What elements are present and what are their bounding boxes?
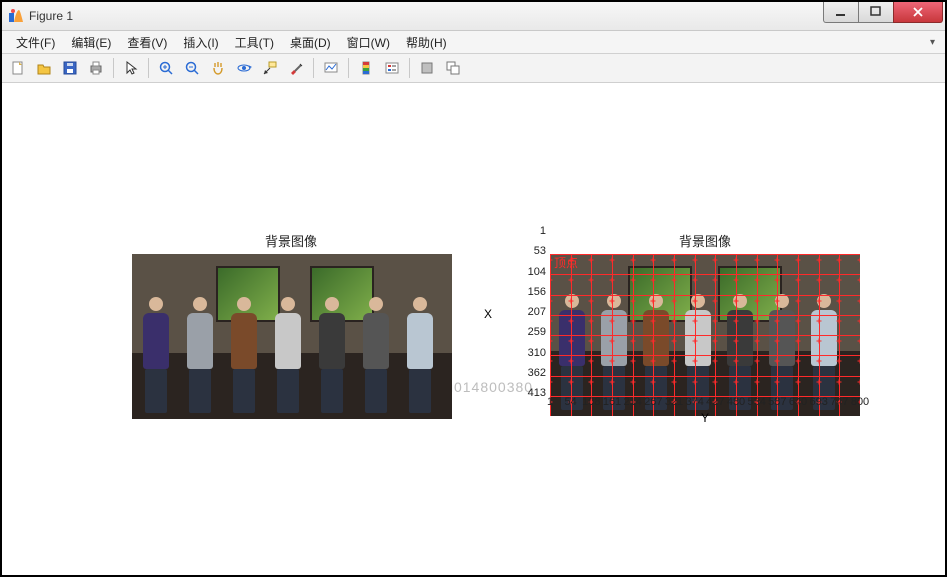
insert-colorbar-button[interactable] [354,56,378,80]
minimize-button[interactable] [823,2,859,23]
x-tick: 640 [789,396,807,408]
menu-file[interactable]: 文件(F) [8,32,63,53]
menu-insert[interactable]: 插入(I) [175,32,226,53]
window-buttons [824,2,943,22]
toolbar [2,54,945,83]
x-tick: 54 [565,396,577,408]
pan-button[interactable] [206,56,230,80]
brush-button[interactable] [284,56,308,80]
y-tick: 53 [534,245,546,257]
hide-plot-tools-button[interactable] [415,56,439,80]
toolbar-separator [348,58,349,78]
new-figure-button[interactable] [6,56,30,80]
y-tick: 1 [540,225,546,237]
x-tick: 161 [603,396,621,408]
print-button[interactable] [84,56,108,80]
pointer-button[interactable] [119,56,143,80]
x-tick: 800 [851,396,869,408]
x-tick: 693 [809,396,827,408]
window-title: Figure 1 [29,9,73,23]
open-button[interactable] [32,56,56,80]
menu-tools[interactable]: 工具(T) [227,32,282,53]
subplot-left-image [132,254,452,419]
link-plots-button[interactable] [319,56,343,80]
y-axis-label: X [484,307,492,321]
menu-overflow-icon[interactable]: ▾ [926,37,939,48]
subplot-left-title: 背景图像 [132,231,450,250]
x-tick: 108 [582,396,600,408]
x-tick: 214 [623,396,641,408]
matlab-figure-icon [8,8,24,24]
maximize-button[interactable] [858,2,894,23]
x-tick: 587 [768,396,786,408]
x-axis-label: Y [550,411,860,425]
subplot-right-title: 背景图像 [550,231,860,250]
toolbar-separator [148,58,149,78]
menu-desktop[interactable]: 桌面(D) [282,32,339,53]
y-tick: 207 [528,306,546,318]
x-tick: 267 [644,396,662,408]
save-button[interactable] [58,56,82,80]
subplot-right: 背景图像 1 53 104 156 207 259 310 362 413 X [502,231,902,416]
insert-legend-button[interactable] [380,56,404,80]
menu-bar: 文件(F) 编辑(E) 查看(V) 插入(I) 工具(T) 桌面(D) 窗口(W… [2,31,945,54]
y-tick: 156 [528,286,546,298]
zoom-in-button[interactable] [154,56,178,80]
subplot-left: 背景图像 [132,231,450,419]
rotate3d-button[interactable] [232,56,256,80]
y-tick: 413 [528,387,546,399]
show-plot-tools-button[interactable] [441,56,465,80]
toolbar-separator [113,58,114,78]
menu-window[interactable]: 窗口(W) [339,32,398,53]
subplot-right-image: 顶点 [550,254,860,416]
title-bar: Figure 1 [2,2,945,31]
y-tick: 259 [528,326,546,338]
y-axis-ticks: 1 53 104 156 207 259 310 362 413 [502,231,548,393]
toolbar-separator [313,58,314,78]
x-tick: 534 [747,396,765,408]
menu-view[interactable]: 查看(V) [119,32,175,53]
x-tick: 374 [685,396,703,408]
y-tick: 104 [528,266,546,278]
x-tick: 480 [727,396,745,408]
y-tick: 310 [528,347,546,359]
close-button[interactable] [893,2,943,23]
figure-window: Figure 1 文件(F) 编辑(E) 查看(V) 插入(I) 工具(T) 桌… [0,0,947,577]
annotation-vertex: 顶点 [554,254,578,271]
menu-help[interactable]: 帮助(H) [398,32,455,53]
x-tick: 321 [665,396,683,408]
x-tick: 1 [547,396,553,408]
x-tick: 427 [706,396,724,408]
toolbar-separator [409,58,410,78]
x-tick: 747 [830,396,848,408]
y-tick: 362 [528,367,546,379]
zoom-out-button[interactable] [180,56,204,80]
menu-edit[interactable]: 编辑(E) [63,32,119,53]
data-cursor-button[interactable] [258,56,282,80]
figure-canvas[interactable]: http://blog.csdn.net/u014800380 背景图像 背景图… [2,83,945,573]
